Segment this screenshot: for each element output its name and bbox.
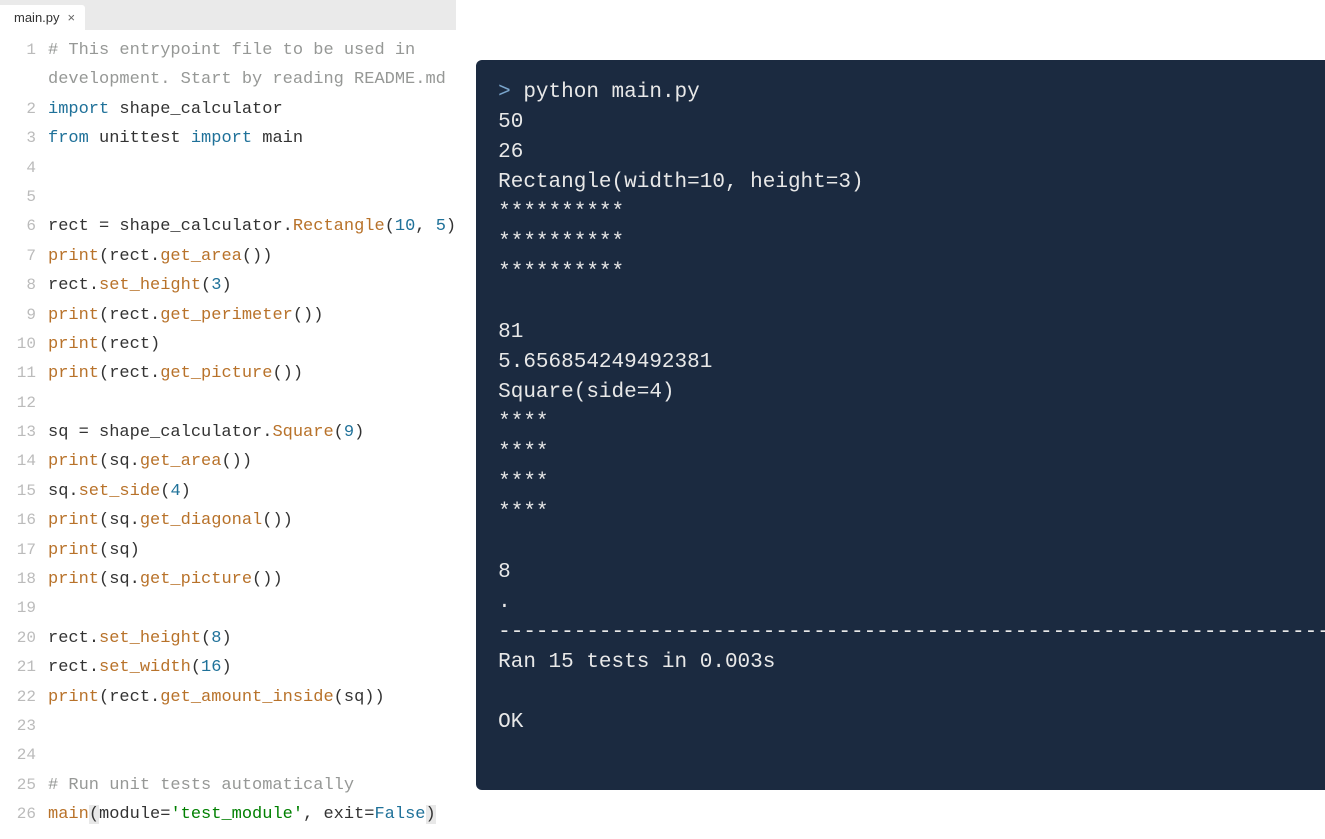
line-number: 22 [0, 683, 36, 712]
code-line[interactable]: sq.set_side(4) [48, 477, 456, 506]
code-line[interactable]: print(sq.get_area()) [48, 447, 456, 476]
code-line[interactable]: print(rect.get_amount_inside(sq)) [48, 683, 456, 712]
line-number: 17 [0, 536, 36, 565]
line-number: 8 [0, 271, 36, 300]
code-line[interactable]: # This entrypoint file to be used in [48, 36, 456, 65]
code-line[interactable]: print(rect) [48, 330, 456, 359]
editor-body[interactable]: 1 23456789101112131415161718192021222324… [0, 30, 456, 839]
tab-filename: main.py [14, 10, 60, 25]
code-line[interactable]: print(sq.get_picture()) [48, 565, 456, 594]
code-line[interactable]: print(rect.get_area()) [48, 242, 456, 271]
code-line[interactable]: print(rect.get_perimeter()) [48, 301, 456, 330]
line-number: 23 [0, 712, 36, 741]
code-line[interactable] [48, 154, 456, 183]
line-number: 12 [0, 389, 36, 418]
line-number: 18 [0, 565, 36, 594]
line-number: 15 [0, 477, 36, 506]
code-line[interactable]: rect.set_height(3) [48, 271, 456, 300]
code-line[interactable]: print(rect.get_picture()) [48, 359, 456, 388]
code-line[interactable]: sq = shape_calculator.Square(9) [48, 418, 456, 447]
code-line[interactable]: # Run unit tests automatically [48, 771, 456, 800]
code-line[interactable] [48, 389, 456, 418]
code-line[interactable]: import shape_calculator [48, 95, 456, 124]
line-number: 6 [0, 212, 36, 241]
line-number: 1 [0, 36, 36, 65]
code-line[interactable]: print(sq) [48, 536, 456, 565]
line-number: 14 [0, 447, 36, 476]
code-line-wrapped[interactable]: development. Start by reading README.md [48, 65, 456, 94]
line-number: 26 [0, 800, 36, 829]
line-number: 25 [0, 771, 36, 800]
line-number: 7 [0, 242, 36, 271]
line-number: 21 [0, 653, 36, 682]
tab-bar: main.py × [0, 0, 456, 30]
line-number: 4 [0, 154, 36, 183]
line-number: 2 [0, 95, 36, 124]
line-number-gutter: 1 23456789101112131415161718192021222324… [0, 36, 48, 839]
line-number: 5 [0, 183, 36, 212]
code-line[interactable]: from unittest import main [48, 124, 456, 153]
terminal-command: python main.py [523, 81, 699, 104]
line-number: 20 [0, 624, 36, 653]
code-line[interactable]: print(sq.get_diagonal()) [48, 506, 456, 535]
code-line[interactable]: rect.set_width(16) [48, 653, 456, 682]
ide-container: main.py × 1 2345678910111213141516171819… [0, 0, 1325, 839]
line-number: 11 [0, 359, 36, 388]
code-line[interactable]: rect.set_height(8) [48, 624, 456, 653]
code-line[interactable] [48, 594, 456, 623]
editor-pane: main.py × 1 2345678910111213141516171819… [0, 0, 456, 839]
prompt-icon: > [498, 81, 505, 104]
line-number: 10 [0, 330, 36, 359]
line-number: 9 [0, 301, 36, 330]
terminal[interactable]: > python main.py 50 26 Rectangle(width=1… [476, 60, 1325, 790]
code-line[interactable]: rect = shape_calculator.Rectangle(10, 5) [48, 212, 456, 241]
close-icon[interactable]: × [66, 10, 78, 25]
line-number: 19 [0, 594, 36, 623]
line-number: 24 [0, 741, 36, 770]
line-number: 3 [0, 124, 36, 153]
file-tab[interactable]: main.py × [0, 5, 85, 30]
line-number: 13 [0, 418, 36, 447]
code-line[interactable] [48, 183, 456, 212]
code-area[interactable]: # This entrypoint file to be used indeve… [48, 36, 456, 839]
code-line[interactable] [48, 712, 456, 741]
code-line[interactable]: main(module='test_module', exit=False) [48, 800, 456, 829]
line-number: 16 [0, 506, 36, 535]
code-line[interactable] [48, 741, 456, 770]
terminal-pane: > python main.py 50 26 Rectangle(width=1… [456, 0, 1325, 839]
